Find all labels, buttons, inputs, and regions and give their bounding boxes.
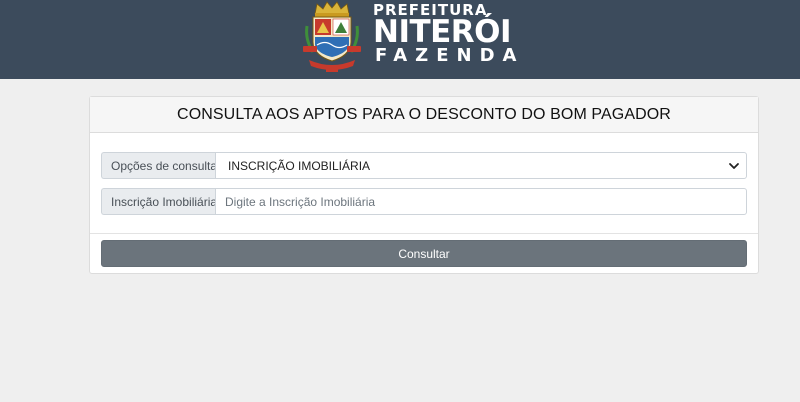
card-footer: Consultar bbox=[90, 234, 758, 273]
brand-fazenda: FAZENDA bbox=[375, 45, 525, 66]
inscricao-label: Inscrição Imobiliária bbox=[101, 188, 217, 215]
card-body: Opções de consulta INSCRIÇÃO IMOBILIÁRIA… bbox=[90, 133, 758, 234]
card-title: CONSULTA AOS APTOS PARA O DESCONTO DO BO… bbox=[90, 97, 758, 133]
options-selected-value: INSCRIÇÃO IMOBILIÁRIA bbox=[228, 158, 371, 173]
options-select[interactable]: INSCRIÇÃO IMOBILIÁRIA bbox=[215, 152, 747, 179]
logo[interactable]: PREFEITURA NITERÓI FAZENDA bbox=[303, 0, 516, 76]
inscricao-input-group: Inscrição Imobiliária bbox=[101, 188, 747, 215]
options-input-group: Opções de consulta INSCRIÇÃO IMOBILIÁRIA bbox=[101, 152, 747, 179]
inscricao-input[interactable] bbox=[215, 188, 747, 215]
consultar-button[interactable]: Consultar bbox=[101, 240, 747, 267]
chevron-down-icon bbox=[729, 162, 739, 169]
niteroi-coat-of-arms-icon bbox=[303, 1, 361, 72]
brand-niteroi: NITERÓI bbox=[373, 14, 512, 50]
options-label: Opções de consulta bbox=[101, 152, 217, 179]
query-card: CONSULTA AOS APTOS PARA O DESCONTO DO BO… bbox=[89, 96, 759, 274]
brand-wordmark: PREFEITURA NITERÓI FAZENDA bbox=[373, 2, 553, 67]
top-header: PREFEITURA NITERÓI FAZENDA bbox=[0, 0, 800, 79]
